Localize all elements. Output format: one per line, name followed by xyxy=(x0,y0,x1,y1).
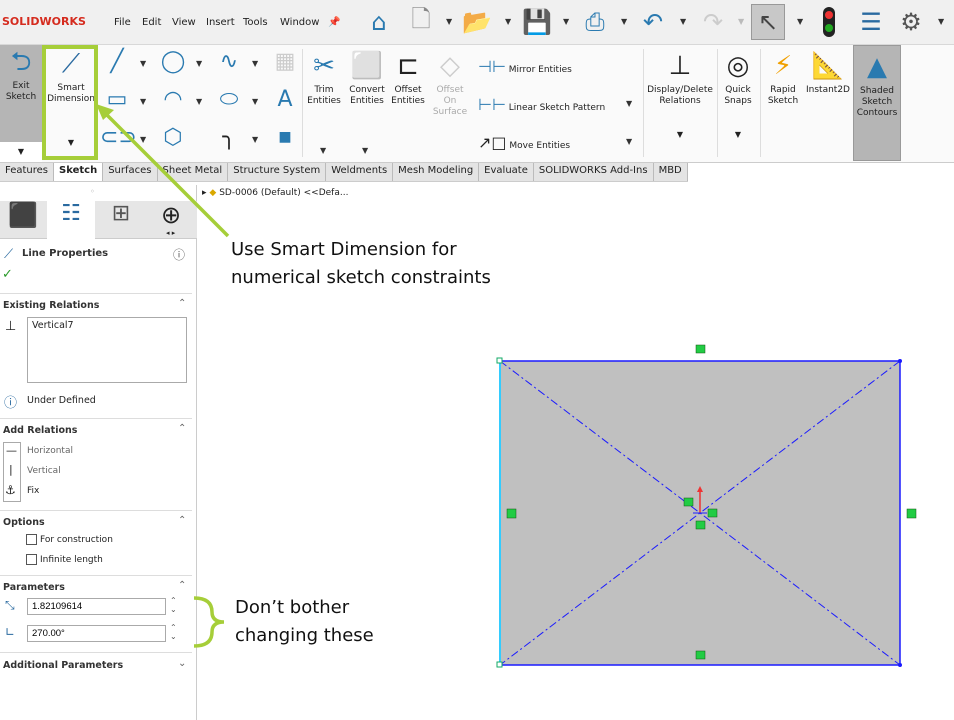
annotation-brace xyxy=(193,596,225,648)
graphics-overlay xyxy=(42,45,917,668)
smart-dimension-note: Use Smart Dimension for numerical sketch… xyxy=(231,239,491,288)
smart-dimension-highlight xyxy=(42,45,98,160)
parameters-note: Don’t bother changing these xyxy=(235,597,374,646)
annotation-arrow xyxy=(102,110,230,238)
